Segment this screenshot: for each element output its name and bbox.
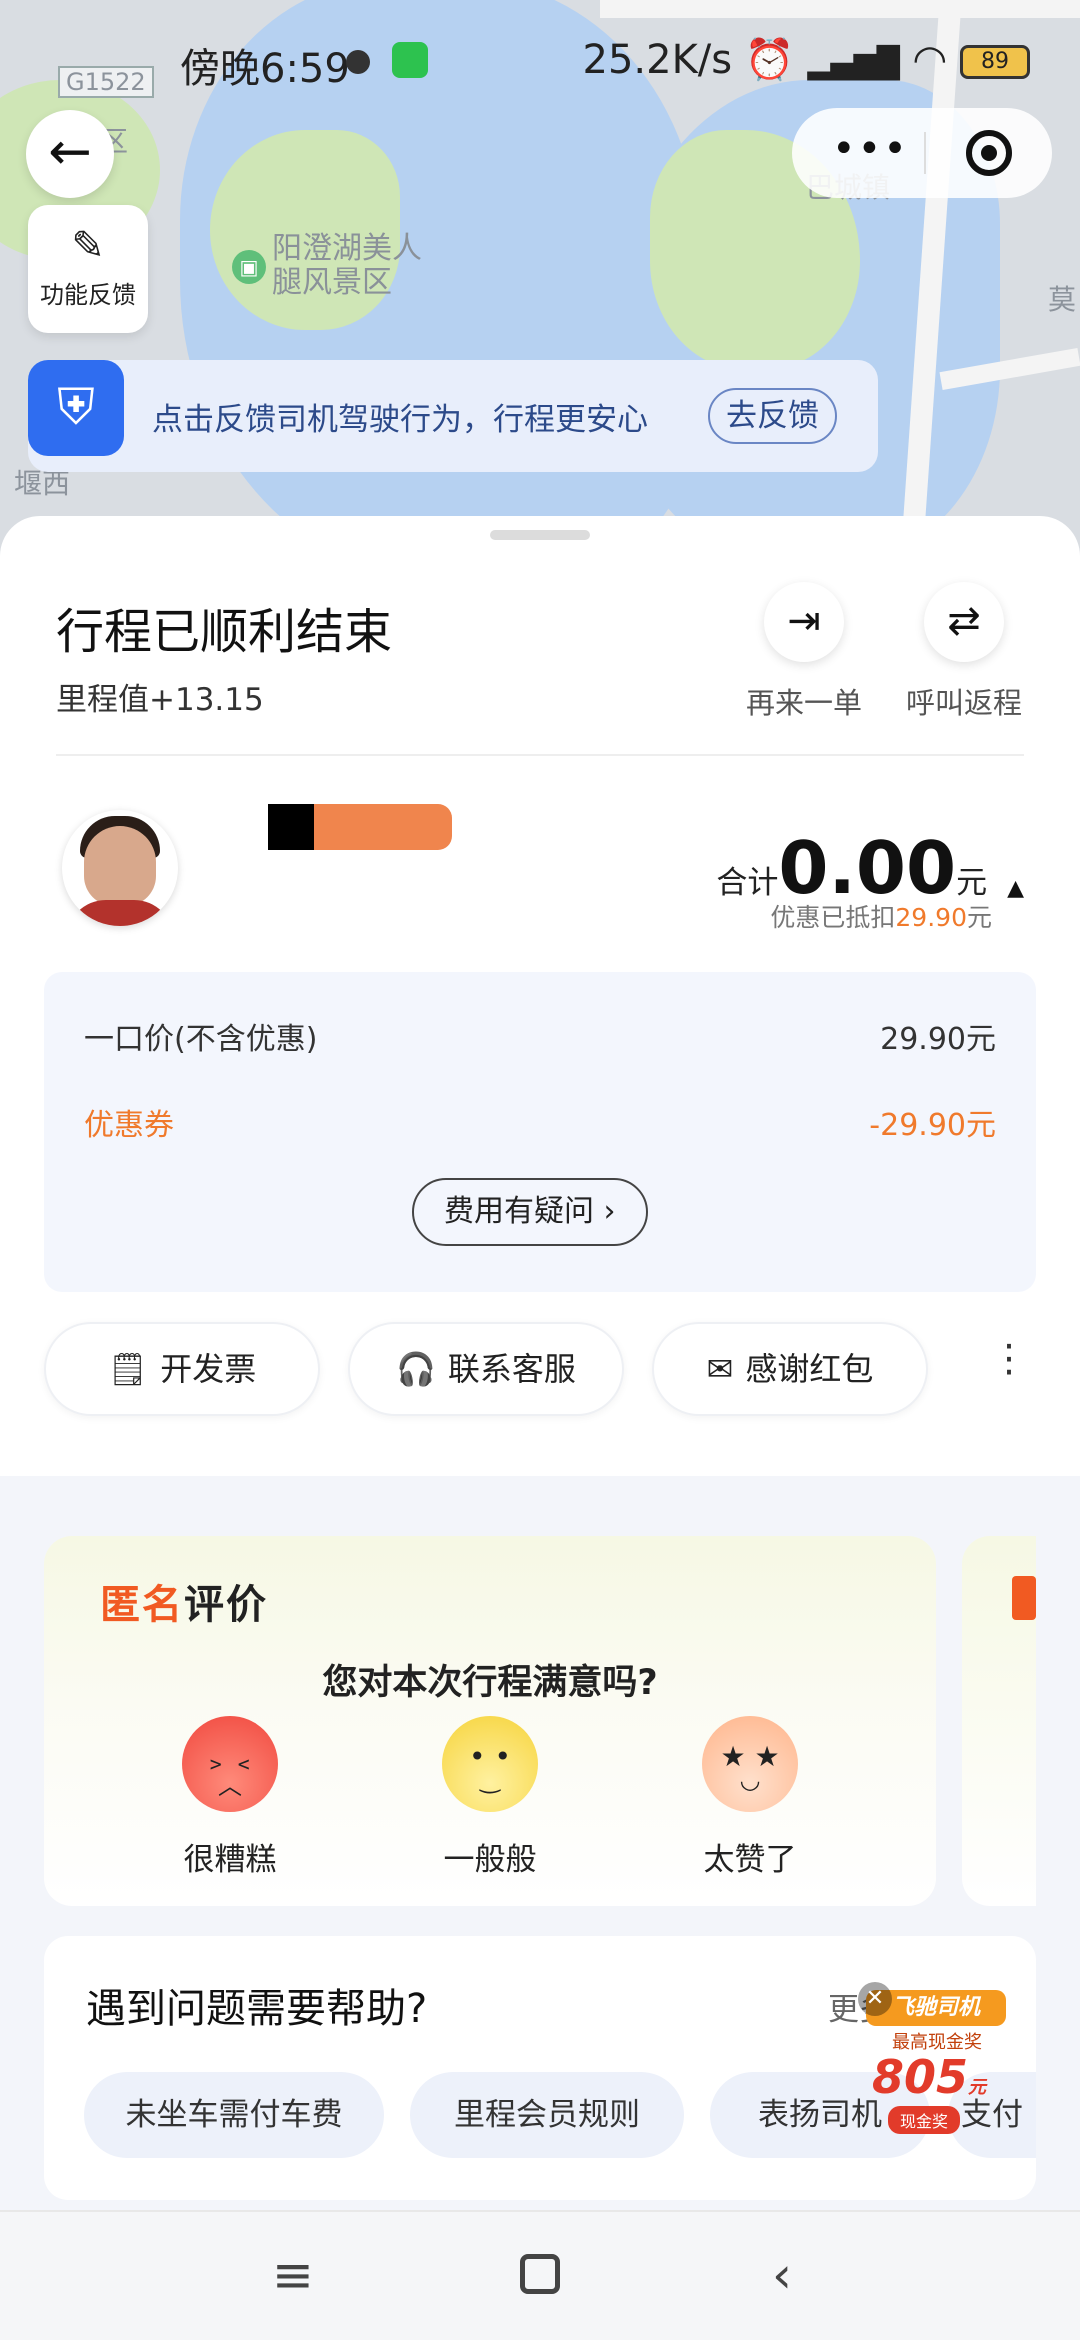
safety-feedback-banner[interactable]: ⛨ 点击反馈司机驾驶行为，行程更安心 去反馈	[28, 360, 878, 472]
system-nav-bar: ≡ ‹	[0, 2210, 1080, 2340]
map-label-scenic: 阳澄湖美人	[272, 231, 422, 266]
network-speed: 25.2K/s	[582, 37, 733, 83]
total-unit: 元	[956, 865, 988, 901]
signal-icon: ▂▄▆█	[807, 46, 900, 81]
thank-red-packet-button[interactable]: ✉ 感谢红包	[652, 1322, 928, 1416]
fee-row-label: 一口价(不含优惠)	[84, 1022, 318, 1057]
more-menu-icon[interactable]: •••	[832, 126, 909, 172]
redaction-mark	[314, 804, 452, 850]
anonymous-title-part: 匿名	[100, 1582, 184, 1628]
promo-amount-unit: 元	[968, 2077, 987, 2098]
back-arrow-icon: ←	[48, 122, 92, 182]
map-label-scenic-2: 腿风景区	[272, 265, 392, 300]
go-feedback-button[interactable]: 去反馈	[708, 388, 837, 444]
recents-menu-icon[interactable]: ≡	[272, 2246, 314, 2304]
wechat-icon	[392, 42, 428, 78]
swap-icon: ⇄	[924, 582, 1004, 662]
invoice-button[interactable]: 🗒 开发票	[44, 1322, 320, 1416]
reorder-button[interactable]: ⇥ 再来一单	[734, 582, 874, 722]
back-button[interactable]: ←	[26, 110, 114, 198]
anonymous-rating-title: 匿名评价	[100, 1572, 268, 1630]
anonymous-rating-card: 匿名评价 您对本次行程满意吗? ﹥﹤ ︿ 很糟糕 • • ‿ 一般般 ★ ★ ◡ 太赞…	[44, 1536, 936, 1906]
rating-question: 您对本次行程满意吗?	[322, 1663, 658, 1703]
shield-plus-icon: ⛨	[28, 360, 124, 456]
status-time: 傍晚6:59	[180, 46, 350, 92]
redaction-mark	[268, 804, 314, 850]
rating-option-label: 很糟糕	[183, 1842, 277, 1878]
status-bar: 傍晚6:59 25.2K/s ⏰ ▂▄▆█ ◠ 89	[0, 0, 1080, 120]
rating-option-ok[interactable]: • • ‿ 一般般	[420, 1716, 560, 1879]
promo-float-badge[interactable]: 飞驰司机 ✕ 最高现金奖 805元 现金奖	[852, 1980, 1012, 2134]
capsule-divider	[924, 132, 926, 174]
star-eyes-face-icon: ★ ★ ◡	[702, 1716, 798, 1812]
edit-icon: ✎	[71, 223, 105, 269]
redpacket-icon: ✉	[706, 1350, 734, 1388]
angry-face-icon: ﹥﹤ ︿	[182, 1716, 278, 1812]
promo-pill: 现金奖	[888, 2106, 961, 2134]
invoice-label: 开发票	[160, 1350, 257, 1388]
more-vertical-icon[interactable]: ⋮	[990, 1336, 1028, 1380]
next-card-peek[interactable]	[962, 1536, 1036, 1906]
wifi-icon: ◠	[912, 37, 948, 83]
scenic-poi-icon: ▣	[232, 250, 266, 284]
mini-program-capsule: •••	[792, 108, 1052, 198]
avatar-body	[66, 900, 174, 926]
feature-feedback-button[interactable]: ✎ 功能反馈	[28, 205, 148, 333]
return-trip-label: 呼叫返程	[905, 686, 1022, 720]
neutral-face-icon: • • ‿	[442, 1716, 538, 1812]
discount-prefix: 优惠已抵扣	[770, 903, 896, 932]
thank-red-packet-label: 感谢红包	[745, 1350, 874, 1388]
close-icon[interactable]: ✕	[858, 1982, 892, 2016]
promo-amount-value: 805	[872, 2050, 969, 2104]
rating-option-bad[interactable]: ﹥﹤ ︿ 很糟糕	[160, 1716, 300, 1879]
arrow-exit-icon: ⇥	[764, 582, 844, 662]
driver-avatar[interactable]	[62, 810, 178, 926]
rating-option-great[interactable]: ★ ★ ◡ 太赞了	[680, 1716, 820, 1879]
status-right: 25.2K/s ⏰ ▂▄▆█ ◠ 89	[582, 36, 1030, 83]
fee-row-value: 29.90元	[880, 1022, 996, 1057]
map-label: 莫	[1048, 283, 1077, 316]
coupon-label: 优惠券	[84, 1108, 174, 1143]
total-label: 合计	[716, 865, 779, 901]
feature-feedback-label: 功能反馈	[40, 281, 136, 309]
avatar-face	[84, 826, 156, 906]
help-title: 遇到问题需要帮助?	[86, 1986, 428, 2032]
next-card-logo	[1012, 1576, 1036, 1620]
promo-amount: 805元	[872, 2050, 986, 2104]
return-trip-button[interactable]: ⇄ 呼叫返程	[894, 582, 1034, 722]
discount-unit: 元	[966, 903, 992, 932]
invoice-icon: 🗒	[107, 1350, 149, 1388]
headset-icon: 🎧	[396, 1350, 436, 1388]
notification-icon	[346, 50, 370, 74]
customer-service-label: 联系客服	[447, 1350, 576, 1388]
sheet-drag-handle[interactable]	[490, 530, 590, 540]
help-chip[interactable]: 未坐车需付车费	[84, 2072, 384, 2158]
help-chip[interactable]: 里程会员规则	[410, 2072, 684, 2158]
rating-option-label: 太赞了	[703, 1842, 797, 1878]
safety-banner-text: 点击反馈司机驾驶行为，行程更安心	[152, 402, 648, 438]
trip-status-title: 行程已顺利结束	[56, 604, 393, 660]
reorder-label: 再来一单	[745, 686, 862, 720]
rating-option-label: 一般般	[443, 1842, 537, 1878]
trip-summary-sheet: 行程已顺利结束 里程值+13.15 ⇥ 再来一单 ⇄ 呼叫返程 合计0.00元 ▲…	[0, 516, 1080, 1476]
coupon-value: -29.90元	[869, 1108, 996, 1143]
fee-breakdown: 一口价(不含优惠) 29.90元 优惠券 -29.90元 费用有疑问 ›	[44, 972, 1036, 1292]
home-square-icon[interactable]	[520, 2254, 560, 2294]
customer-service-button[interactable]: 🎧 联系客服	[348, 1322, 624, 1416]
mileage-points: 里程值+13.15	[56, 682, 264, 718]
back-chevron-icon[interactable]: ‹	[772, 2246, 792, 2304]
divider	[56, 754, 1024, 756]
discount-amount: 29.90	[895, 903, 967, 932]
alarm-icon: ⏰	[744, 37, 795, 83]
caret-up-icon[interactable]: ▲	[1007, 876, 1024, 901]
discount-summary: 优惠已抵扣29.90元	[770, 898, 992, 934]
rating-title-part: 评价	[184, 1582, 268, 1628]
close-target-icon[interactable]	[966, 130, 1012, 176]
fee-question-button[interactable]: 费用有疑问 ›	[412, 1178, 648, 1246]
battery-icon: 89	[960, 45, 1030, 79]
